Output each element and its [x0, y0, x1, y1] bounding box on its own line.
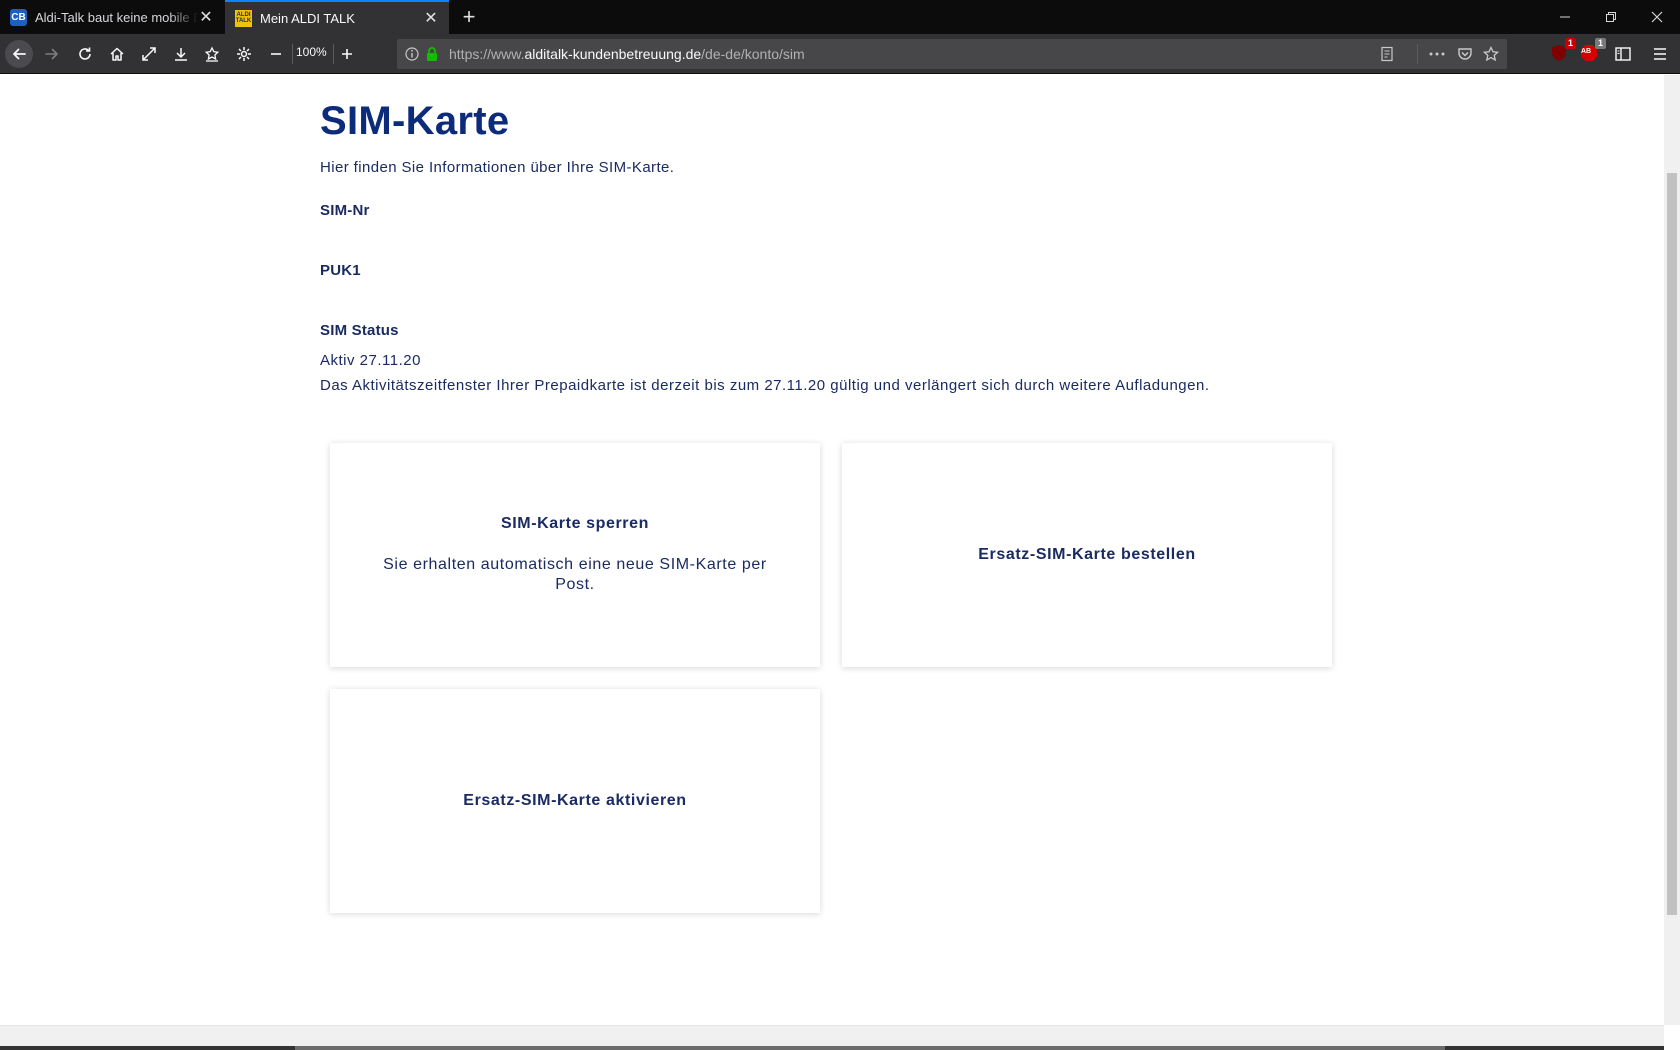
url-text[interactable]: https://www.alditalk-kundenbetreuung.de/…: [449, 46, 805, 62]
intro-text: Hier finden Sie Informationen über Ihre …: [320, 159, 675, 176]
page-actions-icon[interactable]: [1427, 44, 1447, 64]
taskbar-strip: [0, 1046, 1664, 1050]
star-icon[interactable]: [1481, 44, 1501, 64]
close-tab-icon[interactable]: ✕: [423, 10, 439, 27]
new-tab-icon[interactable]: +: [455, 3, 483, 31]
tab-title: Mein ALDI TALK: [260, 10, 355, 26]
download-icon[interactable]: [167, 40, 195, 68]
zoom-level[interactable]: 100%: [296, 45, 327, 59]
restore-icon[interactable]: [1588, 0, 1634, 34]
minimize-icon[interactable]: [1542, 0, 1588, 34]
pocket-icon[interactable]: [1455, 44, 1475, 64]
zoom-in-icon[interactable]: [333, 40, 361, 68]
fullscreen-icon[interactable]: [135, 40, 163, 68]
cb-favicon: CB: [10, 8, 27, 26]
url-host: alditalk-kundenbetreuung.de: [524, 46, 702, 62]
sim-status-value: Aktiv 27.11.20: [320, 352, 421, 369]
address-bar[interactable]: https://www.alditalk-kundenbetreuung.de/…: [397, 39, 1507, 69]
page-viewport: SIM-Karte Hier finden Sie Informationen …: [0, 75, 1664, 1025]
zoom-out-icon[interactable]: [262, 40, 290, 68]
adblock-badge: 1: [1595, 38, 1606, 49]
ublock-badge: 1: [1565, 38, 1576, 49]
urlbar-divider: [1417, 44, 1418, 64]
card-text: Sie erhalten automatisch eine neue SIM-K…: [383, 556, 767, 593]
card-title: Ersatz-SIM-Karte bestellen: [978, 546, 1196, 563]
adblock-icon[interactable]: AB 1: [1578, 38, 1606, 64]
scrollbar-thumb[interactable]: [1667, 173, 1677, 915]
sim-nr-label: SIM-Nr: [320, 202, 370, 219]
order-replacement-sim-button[interactable]: Ersatz-SIM-Karte bestellen: [842, 443, 1332, 667]
close-window-icon[interactable]: [1634, 0, 1680, 34]
gear-icon[interactable]: [230, 40, 258, 68]
hamburger-menu-icon[interactable]: [1646, 40, 1674, 68]
close-tab-icon[interactable]: ✕: [198, 9, 214, 26]
tab-title: Aldi-Talk baut keine mobile Daten auf: [35, 9, 198, 25]
tab-strip: CB Aldi-Talk baut keine mobile Daten auf…: [0, 0, 1680, 34]
reader-view-icon[interactable]: [1377, 44, 1397, 64]
sim-status-label: SIM Status: [320, 322, 399, 339]
sidebar-icon[interactable]: [1609, 40, 1637, 68]
reload-icon[interactable]: [71, 40, 99, 68]
lock-icon[interactable]: [422, 44, 442, 64]
card-title: SIM-Karte sperren: [500, 515, 650, 532]
page-title: SIM-Karte: [320, 99, 510, 143]
ublock-icon[interactable]: 1: [1548, 38, 1576, 64]
tab-mein-aldi-talk[interactable]: ALDI TALK Mein ALDI TALK ✕: [225, 0, 449, 34]
navigation-toolbar: 100% https://www.alditalk-kundenbetreuun…: [0, 34, 1680, 74]
home-icon[interactable]: [103, 40, 131, 68]
adblock-label: AB: [1581, 48, 1592, 55]
puk1-label: PUK1: [320, 262, 361, 279]
info-icon[interactable]: [402, 44, 422, 64]
url-prefix: https://www.: [449, 46, 525, 62]
bookmarks-menu-icon[interactable]: [198, 40, 226, 68]
tab-alditalk-article[interactable]: CB Aldi-Talk baut keine mobile Daten auf…: [0, 0, 224, 34]
activate-replacement-sim-button[interactable]: Ersatz-SIM-Karte aktivieren: [330, 689, 820, 913]
horizontal-scrollbar[interactable]: [0, 1025, 1664, 1050]
url-path: /de-de/konto/sim: [701, 46, 805, 62]
block-sim-card-button[interactable]: SIM-Karte sperren Sie erhalten automatis…: [330, 443, 820, 667]
toolbar-divider: [292, 44, 293, 64]
back-arrow-icon[interactable]: [5, 40, 33, 68]
sim-status-note: Das Aktivitätszeitfenster Ihrer Prepaidk…: [320, 377, 1210, 394]
aldi-talk-favicon: ALDI TALK: [235, 9, 252, 27]
forward-arrow-icon[interactable]: [38, 40, 66, 68]
vertical-scrollbar[interactable]: [1664, 75, 1680, 1025]
card-title: Ersatz-SIM-Karte aktivieren: [463, 792, 687, 809]
